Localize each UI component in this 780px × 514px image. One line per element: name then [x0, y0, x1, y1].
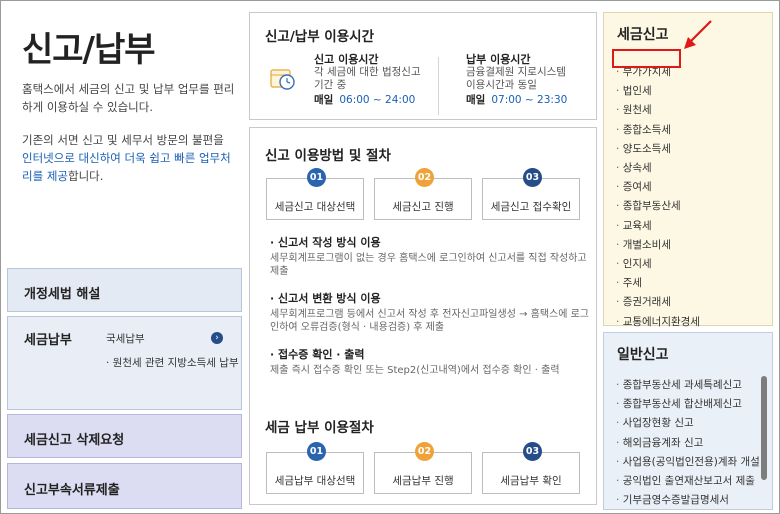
report-hours-title: 신고 이용시간: [314, 53, 379, 66]
tax-report-item[interactable]: 교통에너지환경세: [616, 313, 700, 332]
general-report-item[interactable]: 사업용(공익법인전용)계좌 개설: [616, 453, 760, 472]
local-income-tax-payment-link[interactable]: · 원천세 관련 지방소득세 납부: [106, 355, 239, 370]
pay-procedure-title: 세금 납부 이용절차: [265, 420, 374, 436]
tax-report-item[interactable]: 상속세: [616, 159, 700, 178]
general-report-item[interactable]: 기부금영수증발급명세서: [616, 491, 760, 510]
procedure-title: 신고 이용방법 및 절차: [265, 148, 391, 164]
step-number: 01: [307, 168, 326, 187]
intro-text: 홈택스에서 세금의 신고 및 납부 업무를 편리하게 이용하실 수 있습니다. …: [22, 80, 237, 200]
method-desc: 세무회계프로그램 등에서 신고서 작성 후 전자신고파일생성 → 홈택스에 로그…: [270, 309, 590, 333]
clock-calendar-icon: [270, 69, 295, 90]
general-report-item[interactable]: 사업장현황 신고: [616, 414, 760, 433]
step-label: 세금납부 확인: [500, 475, 562, 487]
step-number: 02: [415, 442, 434, 461]
general-report-panel: 일반신고 종합부동산세 과세특례신고 종합부동산세 합산배제신고 사업장현황 신…: [603, 332, 773, 510]
chevron-right-icon[interactable]: ›: [211, 332, 223, 344]
method-title: 신고서 작성 방식 이용: [270, 236, 590, 249]
report-time: 06:00 ~ 24:00: [339, 94, 416, 106]
step-number: 01: [307, 442, 326, 461]
general-report-item[interactable]: 종합부동산세 과세특례신고: [616, 376, 760, 395]
step-number: 02: [415, 168, 434, 187]
general-report-list: 종합부동산세 과세특례신고 종합부동산세 합산배제신고 사업장현황 신고 해외금…: [616, 376, 760, 510]
intro-highlight-text: 인터넷으로 대신하여 더욱 쉽고 빠른 업무처리를 제공: [22, 151, 231, 183]
payment-label: 세금납부: [24, 333, 72, 348]
tax-report-item[interactable]: 인지세: [616, 255, 700, 274]
report-hours: 신고 이용시간 각 세금에 대한 법정신고 기간 중 매일 06:00 ~ 24:…: [314, 53, 421, 107]
step-label: 세금납부 진행: [392, 475, 454, 487]
pay-daily-label: 매일: [466, 94, 486, 106]
tax-report-item[interactable]: 원천세: [616, 101, 700, 120]
delete-request-menu[interactable]: 세금신고 삭제요청: [7, 414, 242, 458]
procedure-panel: 신고 이용방법 및 절차 01 세금신고 대상선택 02 세금신고 진행 03 …: [249, 127, 597, 505]
tax-report-item[interactable]: 양도소득세: [616, 140, 700, 159]
step-label: 세금신고 대상선택: [274, 201, 356, 213]
report-hours-value: 매일 06:00 ~ 24:00: [314, 94, 421, 107]
report-hours-desc2: 기간 중: [314, 79, 347, 91]
tax-report-title: 세금신고: [617, 27, 669, 43]
red-arrow-icon: [684, 20, 712, 49]
pay-hours-desc1: 금융결제원 지로시스템: [466, 66, 566, 78]
report-daily-label: 매일: [314, 94, 334, 106]
tax-report-item[interactable]: 교육세: [616, 217, 700, 236]
hours-panel: 신고/납부 이용시간 신고 이용시간 각 세금에 대한 법정신고 기간 중 매일…: [249, 12, 597, 120]
pay-step-1[interactable]: 01 세금납부 대상선택: [266, 442, 364, 494]
pay-hours-value: 매일 07:00 ~ 23:30: [466, 94, 567, 107]
step-label: 세금납부 대상선택: [274, 475, 356, 487]
pay-hours-title: 납부 이용시간: [466, 53, 531, 66]
step-label: 세금신고 진행: [392, 201, 454, 213]
step-number: 03: [523, 168, 542, 187]
pay-time: 07:00 ~ 23:30: [491, 94, 568, 106]
step-label: 세금신고 접수확인: [490, 201, 572, 213]
attachments-label: 신고부속서류제출: [24, 483, 120, 498]
scrollbar[interactable]: [761, 376, 767, 480]
highlight-box: [612, 49, 681, 68]
tax-report-item[interactable]: 법인세: [616, 82, 700, 101]
hours-title: 신고/납부 이용시간: [265, 29, 374, 45]
intro-paragraph-2: 기존의 서면 신고 및 세무서 방문의 불편을 인터넷으로 대신하여 더욱 쉽고…: [22, 131, 237, 185]
tax-report-item[interactable]: 주세: [616, 274, 700, 293]
national-tax-payment-link[interactable]: 국세납부: [106, 331, 145, 346]
general-report-item[interactable]: 해외금융계좌 신고: [616, 434, 760, 453]
payment-menu: 세금납부 국세납부 › · 원천세 관련 지방소득세 납부: [7, 316, 242, 410]
tax-report-list: 부가가치세 법인세 원천세 종합소득세 양도소득세 상속세 증여세 종합부동산세…: [616, 63, 700, 332]
report-hours-desc1: 각 세금에 대한 법정신고: [314, 66, 421, 78]
method-item: 신고서 변환 방식 이용 세무회계프로그램 등에서 신고서 작성 후 전자신고파…: [270, 292, 590, 334]
method-title: 신고서 변환 방식 이용: [270, 292, 590, 305]
method-title: 접수증 확인 · 출력: [270, 348, 590, 361]
intro-text-b: 합니다.: [67, 169, 104, 183]
tax-report-item[interactable]: 종합소득세: [616, 121, 700, 140]
tax-report-item[interactable]: 증여세: [616, 178, 700, 197]
tax-report-item[interactable]: 증권거래세: [616, 293, 700, 312]
method-desc: 세무회계프로그램이 없는 경우 홈택스에 로그인하여 신고서를 직접 작성하고 …: [270, 253, 587, 277]
intro-paragraph-1: 홈택스에서 세금의 신고 및 납부 업무를 편리하게 이용하실 수 있습니다.: [22, 82, 235, 114]
pay-hours: 납부 이용시간 금융결제원 지로시스템 이용시간과 동일 매일 07:00 ~ 2…: [466, 53, 567, 107]
revision-menu[interactable]: 개정세법 해설: [7, 268, 242, 312]
pay-step-2[interactable]: 02 세금납부 진행: [374, 442, 472, 494]
report-step-2[interactable]: 02 세금신고 진행: [374, 168, 472, 220]
intro-text-a: 기존의 서면 신고 및 세무서 방문의 불편을: [22, 133, 224, 147]
delete-request-label: 세금신고 삭제요청: [24, 433, 125, 448]
general-report-item[interactable]: 공익법인 출연재산보고서 제출: [616, 472, 760, 491]
report-step-3[interactable]: 03 세금신고 접수확인: [482, 168, 580, 220]
report-step-1[interactable]: 01 세금신고 대상선택: [266, 168, 364, 220]
step-number: 03: [523, 442, 542, 461]
page-title: 신고/납부: [22, 30, 156, 70]
divider: [438, 57, 439, 115]
attachments-menu[interactable]: 신고부속서류제출: [7, 463, 242, 509]
tax-report-item[interactable]: 종합부동산세: [616, 197, 700, 216]
general-report-title: 일반신고: [617, 347, 669, 363]
general-report-item[interactable]: 종합부동산세 합산배제신고: [616, 395, 760, 414]
method-item: 신고서 작성 방식 이용 세무회계프로그램이 없는 경우 홈택스에 로그인하여 …: [270, 236, 590, 278]
pay-step-3[interactable]: 03 세금납부 확인: [482, 442, 580, 494]
method-item: 접수증 확인 · 출력 제출 즉시 접수증 확인 또는 Step2(신고내역)에…: [270, 348, 590, 377]
pay-hours-desc2: 이용시간과 동일: [466, 79, 537, 91]
method-desc: 제출 즉시 접수증 확인 또는 Step2(신고내역)에서 접수증 확인 · 출…: [270, 365, 560, 376]
revision-label: 개정세법 해설: [24, 287, 101, 302]
tax-report-item[interactable]: 개별소비세: [616, 236, 700, 255]
